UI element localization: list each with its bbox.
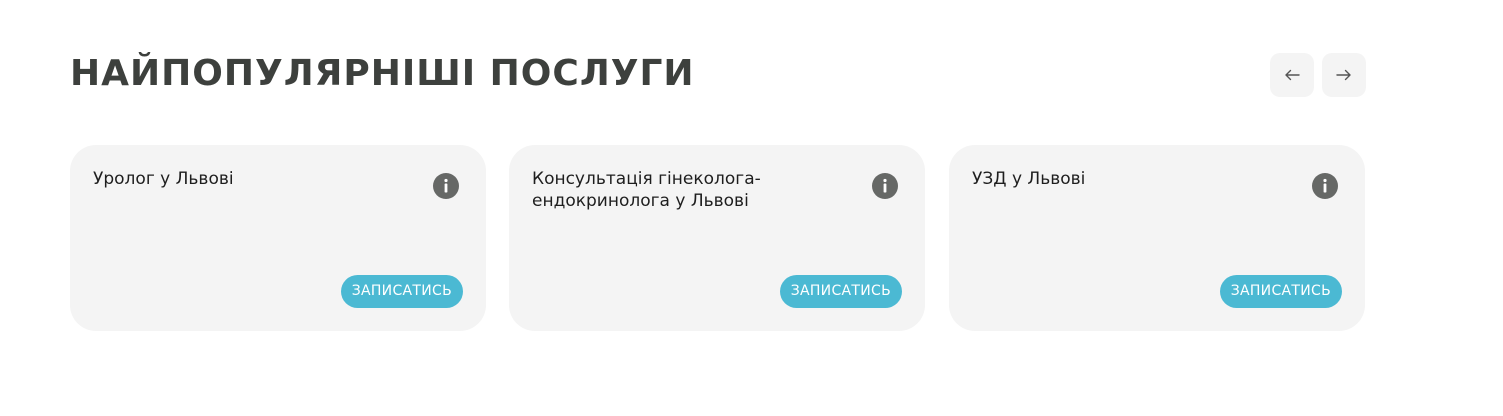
service-card: Уролог у Львові ЗАПИСАТИСЬ — [70, 145, 486, 331]
book-appointment-button[interactable]: ЗАПИСАТИСЬ — [340, 275, 463, 308]
book-appointment-button[interactable]: ЗАПИСАТИСЬ — [1219, 275, 1342, 308]
service-title: Уролог у Львові — [93, 169, 234, 189]
service-title: УЗД у Львові — [972, 169, 1086, 189]
carousel-next-button[interactable] — [1322, 53, 1366, 97]
service-card: УЗД у Львові ЗАПИСАТИСЬ — [949, 145, 1365, 331]
service-card: Консультація гінеколога-ендокринолога у … — [509, 145, 925, 331]
info-icon[interactable] — [872, 173, 898, 199]
service-title: Консультація гінеколога-ендокринолога у … — [532, 169, 761, 211]
carousel-prev-button[interactable] — [1270, 53, 1314, 97]
info-icon[interactable] — [433, 173, 459, 199]
arrow-left-icon — [1285, 69, 1300, 81]
info-icon[interactable] — [1312, 173, 1338, 199]
arrow-right-icon — [1336, 69, 1351, 81]
book-appointment-button[interactable]: ЗАПИСАТИСЬ — [779, 275, 902, 308]
section-title: НАЙПОПУЛЯРНІШІ ПОСЛУГИ — [70, 53, 695, 94]
